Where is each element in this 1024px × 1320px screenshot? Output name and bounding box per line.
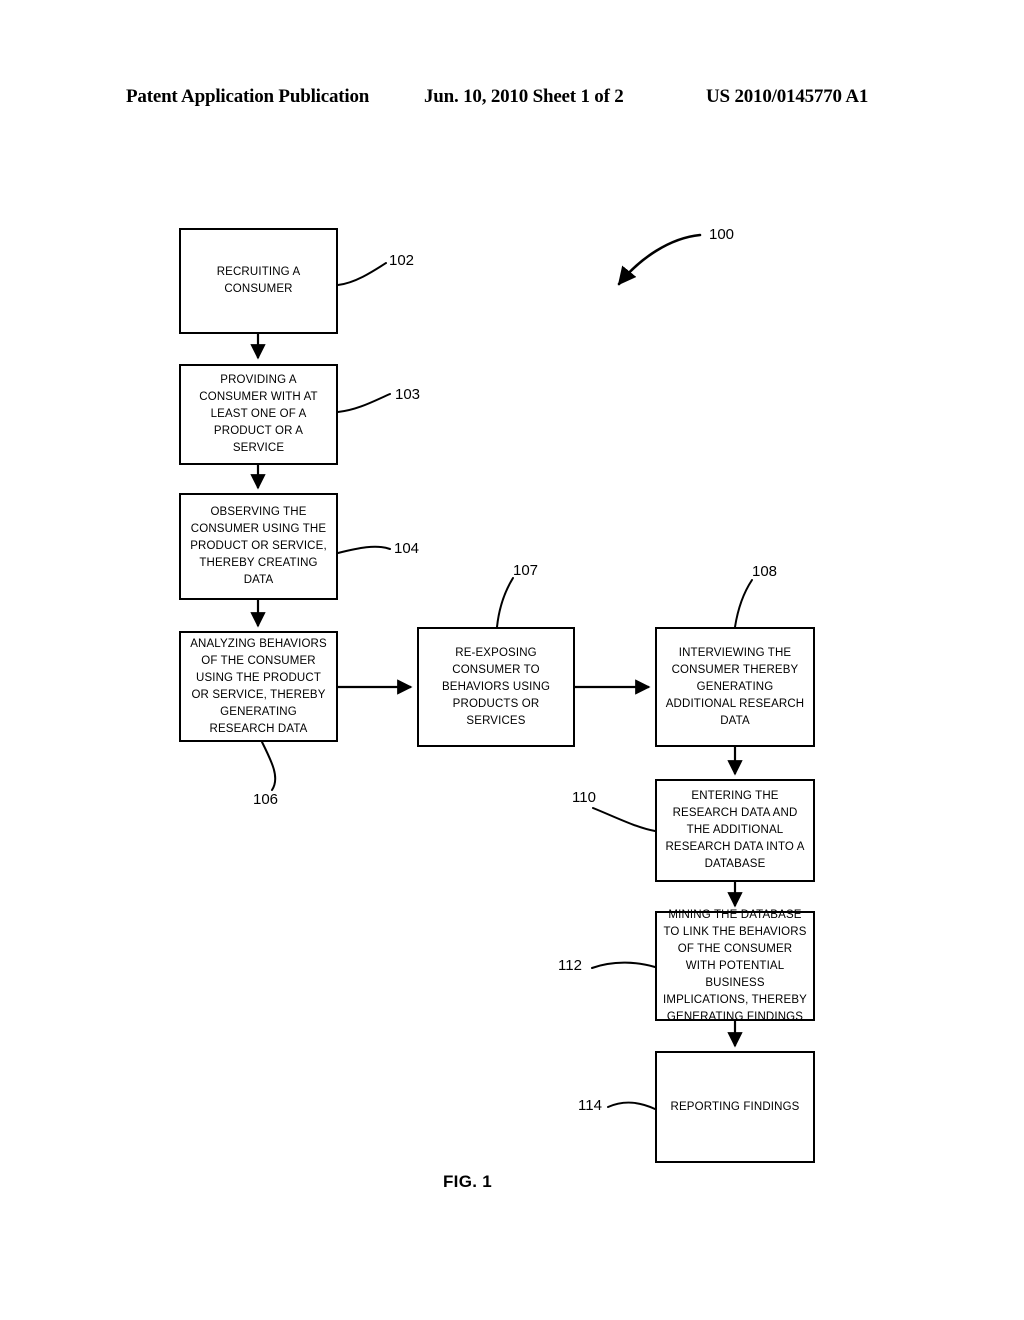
reference-numeral-114: 114 bbox=[578, 1097, 602, 1114]
figure-caption: FIG. 1 bbox=[443, 1172, 493, 1191]
reference-numeral-104: 104 bbox=[394, 540, 420, 557]
process-node-label: PROVIDING A CONSUMER WITH AT LEAST ONE O… bbox=[199, 374, 318, 454]
process-node-recruiting-a-consumer[interactable]: RECRUITING A CONSUMER bbox=[179, 228, 338, 334]
process-node-label: INTERVIEWING THE CONSUMER THEREBY GENERA… bbox=[665, 646, 805, 727]
process-node-label: REPORTING FINDINGS bbox=[670, 1100, 800, 1113]
process-node-label: ANALYZING BEHAVIORS OF THE CONSUMER USIN… bbox=[190, 637, 327, 735]
process-node-label: ENTERING THE RESEARCH DATA AND THE ADDIT… bbox=[665, 790, 805, 870]
process-node-entering-data-into-database[interactable]: ENTERING THE RESEARCH DATA AND THE ADDIT… bbox=[655, 779, 815, 882]
reference-numeral-112: 112 bbox=[558, 957, 582, 974]
process-node-label: RE-EXPOSING CONSUMER TO BEHAVIORS USING … bbox=[441, 646, 551, 727]
reference-numeral-107: 107 bbox=[513, 562, 539, 579]
reference-numeral-108: 108 bbox=[752, 563, 778, 580]
reference-numeral-103: 103 bbox=[395, 386, 421, 403]
process-node-label: MINING THE DATABASE TO LINK THE BEHAVIOR… bbox=[663, 908, 807, 1023]
process-node-observing-consumer[interactable]: OBSERVING THE CONSUMER USING THE PRODUCT… bbox=[179, 493, 338, 600]
process-node-re-exposing-consumer[interactable]: RE-EXPOSING CONSUMER TO BEHAVIORS USING … bbox=[417, 627, 575, 747]
reference-numeral-110: 110 bbox=[572, 789, 596, 806]
process-node-reporting-findings[interactable]: REPORTING FINDINGS bbox=[655, 1051, 815, 1163]
process-node-interviewing-consumer[interactable]: INTERVIEWING THE CONSUMER THEREBY GENERA… bbox=[655, 627, 815, 747]
process-node-label: RECRUITING A CONSUMER bbox=[216, 266, 301, 295]
flowchart-figure: RECRUITING A CONSUMER PROVIDING A CONSUM… bbox=[0, 0, 1024, 1320]
reference-numeral-100: 100 bbox=[709, 226, 735, 243]
reference-numeral-102: 102 bbox=[389, 252, 415, 269]
process-node-mining-the-database[interactable]: MINING THE DATABASE TO LINK THE BEHAVIOR… bbox=[655, 909, 815, 1023]
reference-numeral-106: 106 bbox=[253, 791, 279, 808]
process-node-label: OBSERVING THE CONSUMER USING THE PRODUCT… bbox=[190, 506, 327, 586]
process-node-providing-product-or-service[interactable]: PROVIDING A CONSUMER WITH AT LEAST ONE O… bbox=[179, 364, 338, 465]
process-node-analyzing-behaviors[interactable]: ANALYZING BEHAVIORS OF THE CONSUMER USIN… bbox=[179, 631, 338, 742]
